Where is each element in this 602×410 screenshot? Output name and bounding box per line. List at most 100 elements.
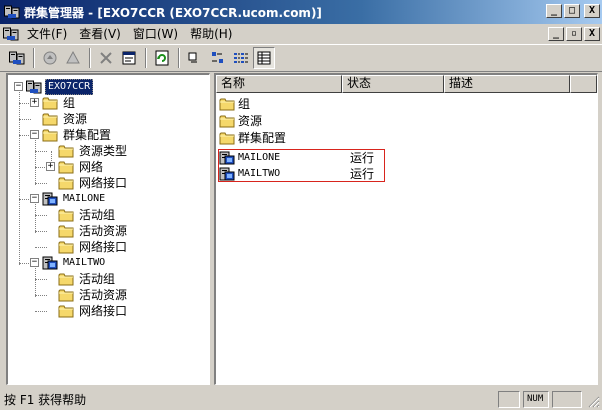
tree-node-label: 活动组 bbox=[79, 272, 116, 286]
tree-node-mailtwo-active-resources[interactable]: 活动资源 bbox=[58, 287, 129, 303]
document-icon[interactable] bbox=[3, 26, 19, 42]
open-connection-button[interactable] bbox=[6, 47, 28, 69]
large-icons-button[interactable] bbox=[184, 47, 206, 69]
tree-node-cluster[interactable]: EXO7CCR bbox=[26, 79, 94, 95]
tree-node-network-interfaces[interactable]: 网络接口 bbox=[58, 175, 129, 191]
large-icons-icon bbox=[188, 52, 197, 63]
doc-restore-button[interactable]: ▫ bbox=[566, 27, 582, 41]
list-view-icon bbox=[234, 53, 248, 63]
column-header-name[interactable]: 名称 bbox=[216, 75, 342, 93]
tree-node-label: 网络 bbox=[79, 160, 104, 174]
status-bar: 按 F1 获得帮助 NUM bbox=[0, 388, 602, 410]
tree-node-resource-types[interactable]: 资源类型 bbox=[58, 143, 129, 159]
list-item-cluster-config[interactable]: 群集配置 bbox=[219, 129, 286, 146]
toolbar-separator bbox=[89, 48, 91, 68]
tree-node-label: 资源 bbox=[63, 112, 88, 126]
resize-grip-icon[interactable] bbox=[588, 396, 600, 408]
menu-file[interactable]: 文件(F) bbox=[21, 25, 73, 42]
tree-node-label: 网络接口 bbox=[79, 304, 128, 318]
folder-icon bbox=[58, 272, 74, 286]
folder-icon bbox=[219, 97, 235, 111]
tree-node-label: 群集配置 bbox=[63, 128, 112, 142]
close-button[interactable]: X bbox=[584, 4, 600, 18]
status-cell-empty bbox=[552, 391, 582, 408]
column-header-state[interactable]: 状态 bbox=[342, 75, 444, 93]
tree-connector bbox=[19, 119, 31, 120]
refresh-button[interactable] bbox=[151, 47, 173, 69]
tree-connector bbox=[35, 183, 47, 184]
expand-toggle[interactable]: + bbox=[30, 98, 39, 107]
menu-window[interactable]: 窗口(W) bbox=[127, 25, 184, 42]
column-headers: 名称 状态 描述 bbox=[216, 75, 597, 93]
open-connection-icon bbox=[9, 50, 25, 66]
toolbar bbox=[0, 44, 602, 72]
tree-node-cluster-config[interactable]: 群集配置 bbox=[42, 127, 113, 143]
tree-node-mailone[interactable]: MAILONE bbox=[42, 191, 107, 207]
menu-help[interactable]: 帮助(H) bbox=[184, 25, 238, 42]
list-item-resources[interactable]: 资源 bbox=[219, 112, 262, 129]
folder-icon bbox=[58, 160, 74, 174]
details-view-button[interactable] bbox=[253, 47, 275, 69]
expand-toggle[interactable]: + bbox=[46, 162, 55, 171]
small-icons-button[interactable] bbox=[207, 47, 229, 69]
doc-close-button[interactable]: X bbox=[584, 27, 600, 41]
item-name: 资源 bbox=[238, 114, 263, 128]
tree-node-mailone-network-interfaces[interactable]: 网络接口 bbox=[58, 239, 129, 255]
server-icon bbox=[42, 256, 58, 270]
delete-button[interactable] bbox=[95, 47, 117, 69]
folder-icon bbox=[58, 208, 74, 222]
tree-node-label: 活动资源 bbox=[79, 288, 128, 302]
tree-connector bbox=[35, 263, 36, 297]
list-view-button[interactable] bbox=[230, 47, 252, 69]
details-list-pane[interactable]: 名称 状态 描述 组 资源 群集配置 MAILONE 运行 MAILTWO 运行 bbox=[214, 73, 598, 385]
tree-connector bbox=[19, 87, 20, 265]
properties-button[interactable] bbox=[118, 47, 140, 69]
tree-node-networks[interactable]: 网络 bbox=[58, 159, 105, 175]
tree-connector bbox=[35, 231, 47, 232]
tree-node-label: 网络接口 bbox=[79, 176, 128, 190]
tree-node-mailone-active-resources[interactable]: 活动资源 bbox=[58, 223, 129, 239]
folder-icon bbox=[42, 112, 58, 126]
menu-bar: 文件(F) 查看(V) 窗口(W) 帮助(H) _ ▫ X bbox=[0, 24, 602, 43]
folder-icon bbox=[42, 96, 58, 110]
tree-node-resources[interactable]: 资源 bbox=[42, 111, 89, 127]
folder-icon bbox=[58, 304, 74, 318]
tree-node-label: 活动组 bbox=[79, 208, 116, 222]
tree-node-mailtwo-network-interfaces[interactable]: 网络接口 bbox=[58, 303, 129, 319]
bring-online-icon bbox=[43, 51, 57, 65]
doc-minimize-button[interactable]: _ bbox=[548, 27, 564, 41]
item-name: 组 bbox=[238, 97, 251, 111]
take-offline-button[interactable] bbox=[62, 47, 84, 69]
toolbar-separator bbox=[33, 48, 35, 68]
minimize-button[interactable]: _ bbox=[546, 4, 562, 18]
tree-connector bbox=[35, 311, 47, 312]
folder-open-icon bbox=[42, 128, 58, 142]
collapse-toggle[interactable]: − bbox=[30, 194, 39, 203]
refresh-icon bbox=[155, 50, 169, 66]
menu-view[interactable]: 查看(V) bbox=[73, 25, 127, 42]
tree-connector bbox=[35, 247, 47, 248]
item-name: 群集配置 bbox=[238, 131, 287, 145]
column-header-description[interactable]: 描述 bbox=[444, 75, 570, 93]
collapse-toggle[interactable]: − bbox=[30, 258, 39, 267]
tree-node-label: 活动资源 bbox=[79, 224, 128, 238]
tree-node-mailtwo[interactable]: MAILTWO bbox=[42, 255, 107, 271]
cluster-tree-pane[interactable]: − + − + − − EXO7CCR 组 资源 群集配置 资源类型 网络 网络… bbox=[6, 73, 210, 385]
collapse-toggle[interactable]: − bbox=[30, 130, 39, 139]
list-item-groups[interactable]: 组 bbox=[219, 95, 250, 112]
folder-icon bbox=[58, 288, 74, 302]
tree-node-mailone-active-groups[interactable]: 活动组 bbox=[58, 207, 117, 223]
folder-icon bbox=[219, 131, 235, 145]
tree-node-mailtwo-active-groups[interactable]: 活动组 bbox=[58, 271, 117, 287]
collapse-toggle[interactable]: − bbox=[14, 82, 23, 91]
cluster-admin-icon bbox=[4, 4, 20, 20]
tree-node-label: EXO7CCR bbox=[45, 79, 94, 95]
tree-node-label: 资源类型 bbox=[79, 144, 128, 158]
maximize-button[interactable]: □ bbox=[564, 4, 580, 18]
tree-node-groups[interactable]: 组 bbox=[42, 95, 77, 111]
bring-online-button[interactable] bbox=[39, 47, 61, 69]
num-lock-indicator: NUM bbox=[523, 391, 549, 408]
document-controls: _ ▫ X bbox=[546, 27, 600, 41]
folder-icon bbox=[58, 224, 74, 238]
window-controls: _ □ X bbox=[544, 4, 600, 18]
